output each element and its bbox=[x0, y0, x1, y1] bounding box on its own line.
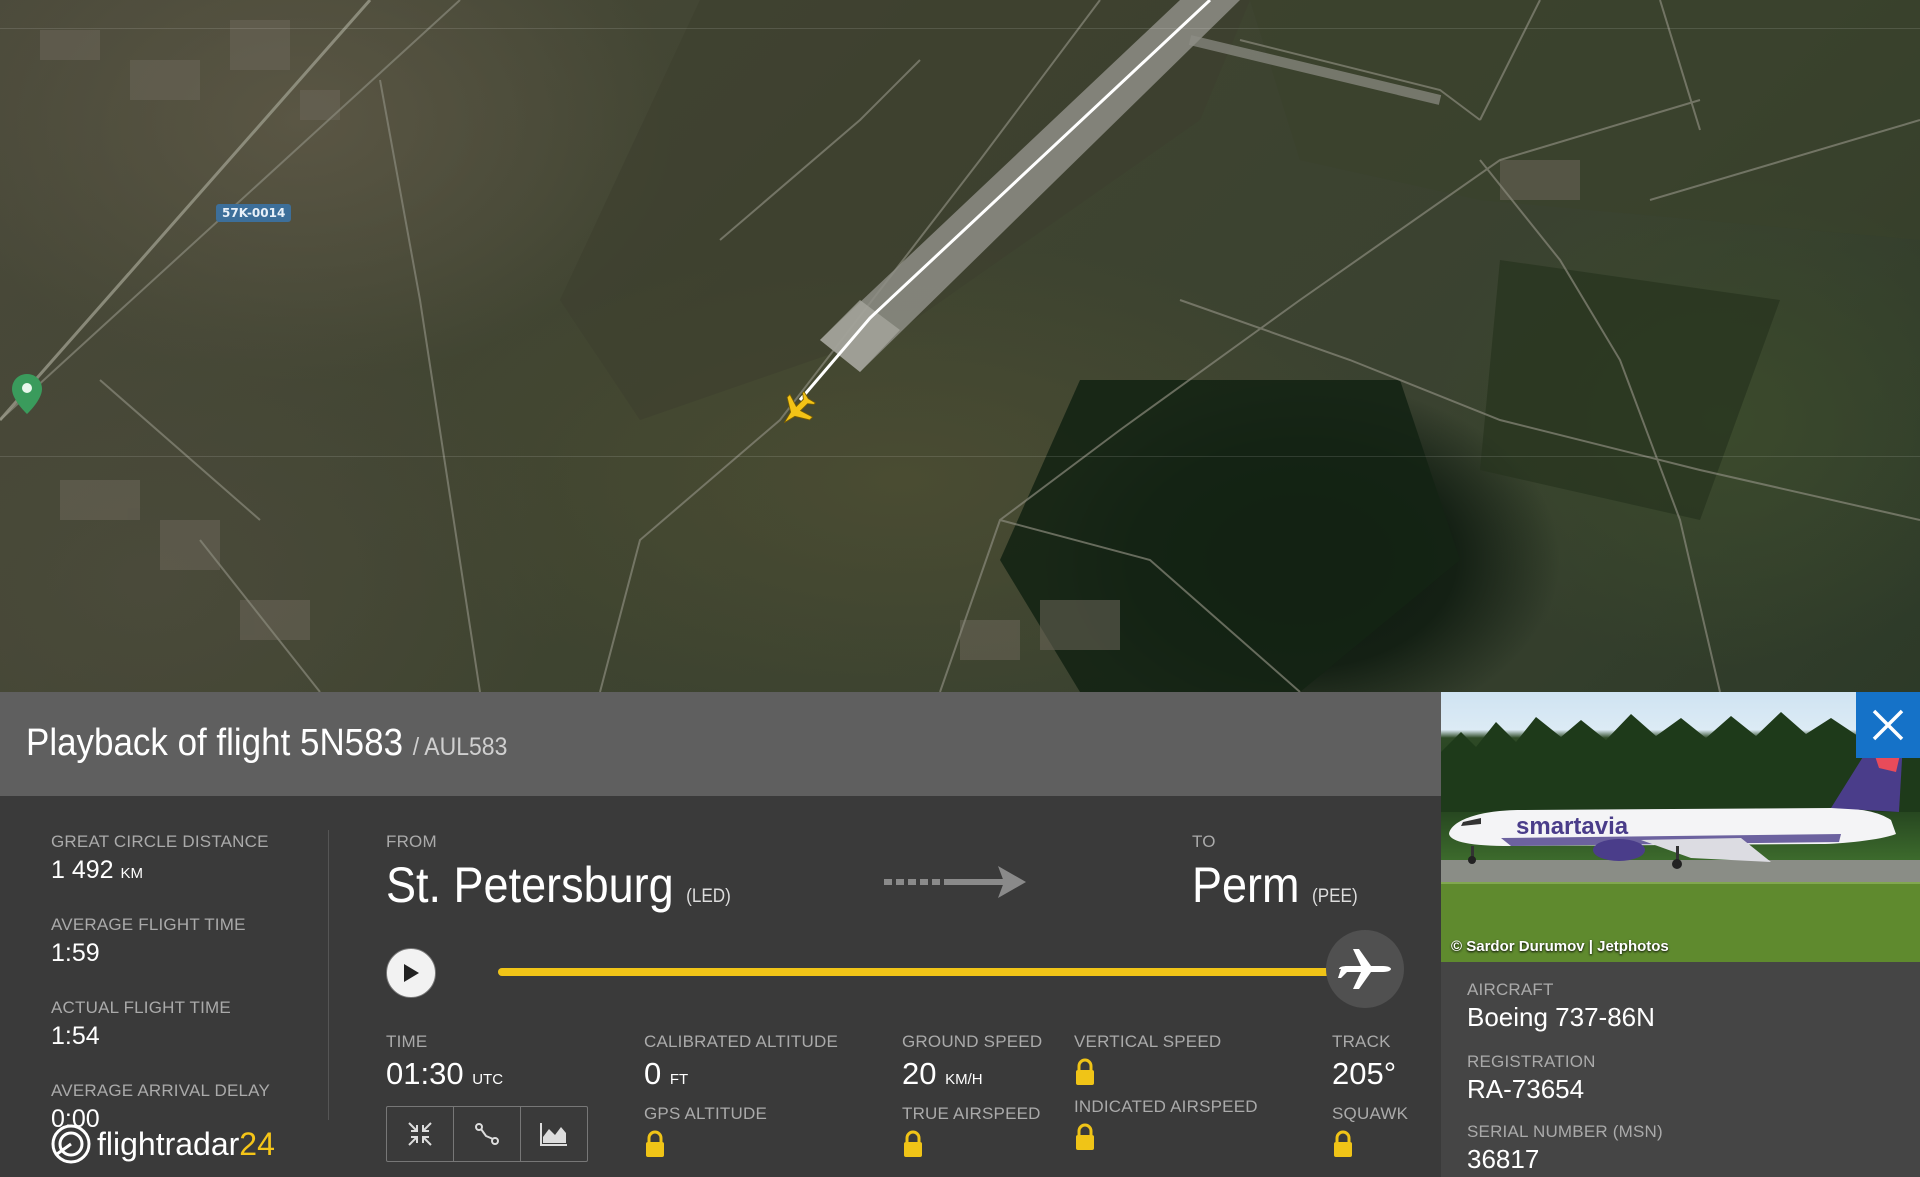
route-icon bbox=[475, 1123, 499, 1145]
to-label: TO bbox=[1192, 832, 1216, 851]
cal-alt-unit: FT bbox=[669, 1071, 689, 1088]
progress-fill bbox=[498, 968, 1348, 976]
track-label: TRACK bbox=[1332, 1032, 1391, 1051]
actual-time-value: 1:54 bbox=[51, 1022, 100, 1050]
avg-time-label: AVERAGE FLIGHT TIME bbox=[51, 915, 246, 934]
lock-icon[interactable] bbox=[1332, 1130, 1354, 1163]
aircraft-registration: REGISTRATION RA-73654 bbox=[1467, 1052, 1596, 1105]
page-title: Playback of flight 5N583 / AUL583 bbox=[26, 722, 507, 765]
calibrated-altitude-metric: CALIBRATED ALTITUDE 0 FT bbox=[644, 1032, 838, 1092]
ground-speed-value: 20 bbox=[902, 1056, 937, 1091]
plane-icon bbox=[1338, 949, 1391, 989]
route-button[interactable] bbox=[454, 1107, 521, 1161]
lock-icon[interactable] bbox=[644, 1130, 666, 1163]
aircraft-icon bbox=[783, 390, 817, 424]
graph-button[interactable] bbox=[521, 1107, 587, 1161]
map-terrain bbox=[0, 0, 1920, 692]
ground-speed-unit: KM/H bbox=[945, 1071, 983, 1088]
avg-time-value: 1:59 bbox=[51, 939, 100, 967]
to-code: (PEE) bbox=[1312, 886, 1358, 907]
true-airspeed-label: TRUE AIRSPEED bbox=[902, 1104, 1041, 1123]
flightradar24-logo[interactable]: flightradar24 bbox=[51, 1124, 275, 1164]
radar-icon bbox=[51, 1124, 91, 1164]
flight-stats: GREAT CIRCLE DISTANCE 1 492 KM AVERAGE F… bbox=[51, 832, 291, 1164]
gps-alt-label: GPS ALTITUDE bbox=[644, 1104, 768, 1123]
close-icon bbox=[1872, 709, 1904, 741]
road-label: 57K-0014 bbox=[216, 204, 292, 222]
lock-icon[interactable] bbox=[1074, 1058, 1096, 1091]
registration-label: REGISTRATION bbox=[1467, 1052, 1596, 1071]
actual-time-label: ACTUAL FLIGHT TIME bbox=[51, 998, 231, 1017]
aircraft-label: AIRCRAFT bbox=[1467, 980, 1554, 999]
distance-unit: KM bbox=[120, 865, 144, 882]
to-city: Perm bbox=[1192, 857, 1300, 913]
aircraft-serial: SERIAL NUMBER (MSN) 36817 bbox=[1467, 1122, 1663, 1175]
callsign: / AUL583 bbox=[412, 733, 508, 761]
from-code: (LED) bbox=[686, 886, 731, 907]
playback-handle[interactable] bbox=[1326, 930, 1404, 1008]
time-metric: TIME 01:30 UTC bbox=[386, 1032, 503, 1092]
serial-label: SERIAL NUMBER (MSN) bbox=[1467, 1122, 1663, 1141]
close-button[interactable] bbox=[1856, 692, 1920, 758]
aircraft-photo-image: smartavia bbox=[1441, 712, 1920, 962]
aircraft-photo[interactable]: smartavia © Sardor Durumov | Jetphotos bbox=[1441, 692, 1920, 962]
area-chart-icon bbox=[540, 1123, 567, 1146]
squawk-metric: SQUAWK bbox=[1332, 1104, 1408, 1163]
lock-icon[interactable] bbox=[1074, 1123, 1096, 1156]
logo-number: 24 bbox=[239, 1125, 275, 1162]
gps-altitude-metric: GPS ALTITUDE bbox=[644, 1104, 767, 1163]
logo-text: flightradar bbox=[97, 1125, 240, 1162]
ground-speed-metric: GROUND SPEED 20 KM/H bbox=[902, 1032, 1042, 1092]
registration-value[interactable]: RA-73654 bbox=[1467, 1074, 1596, 1105]
time-label: TIME bbox=[386, 1032, 428, 1051]
lock-icon[interactable] bbox=[902, 1130, 924, 1163]
time-unit: UTC bbox=[472, 1071, 504, 1088]
route-arrow-icon bbox=[884, 866, 1026, 898]
distance-label: GREAT CIRCLE DISTANCE bbox=[51, 832, 269, 851]
map-view[interactable]: 57K-0014 bbox=[0, 0, 1920, 692]
playback-progress[interactable] bbox=[498, 968, 1348, 976]
flight-title: Playback of flight 5N583 bbox=[26, 722, 404, 764]
route-to: TO Perm (PEE) bbox=[1192, 832, 1376, 914]
aircraft-panel: smartavia © Sardor Durumov | Jetphotos A… bbox=[1441, 692, 1920, 1177]
true-airspeed-metric: TRUE AIRSPEED bbox=[902, 1104, 1041, 1163]
compress-icon bbox=[408, 1122, 432, 1146]
squawk-label: SQUAWK bbox=[1332, 1104, 1409, 1123]
flight-panel: Playback of flight 5N583 / AUL583 GREAT … bbox=[0, 692, 1441, 1177]
serial-value: 36817 bbox=[1467, 1144, 1540, 1174]
ground-speed-label: GROUND SPEED bbox=[902, 1032, 1043, 1051]
time-value: 01:30 bbox=[386, 1056, 464, 1091]
play-button[interactable] bbox=[386, 948, 436, 998]
from-city: St. Petersburg bbox=[386, 857, 674, 913]
livery-text: smartavia bbox=[1516, 813, 1629, 840]
from-label: FROM bbox=[386, 832, 437, 851]
playback-tools bbox=[386, 1106, 588, 1162]
cal-alt-value: 0 bbox=[644, 1056, 662, 1091]
photo-credit[interactable]: © Sardor Durumov | Jetphotos bbox=[1451, 938, 1669, 955]
indicated-airspeed-label: INDICATED AIRSPEED bbox=[1074, 1097, 1258, 1116]
divider bbox=[328, 830, 329, 1120]
play-icon bbox=[404, 964, 419, 982]
distance-value: 1 492 bbox=[51, 856, 114, 884]
track-metric: TRACK 205° bbox=[1332, 1032, 1396, 1092]
indicated-airspeed-metric: INDICATED AIRSPEED bbox=[1074, 1097, 1258, 1156]
vertical-speed-label: VERTICAL SPEED bbox=[1074, 1032, 1222, 1051]
cal-alt-label: CALIBRATED ALTITUDE bbox=[644, 1032, 838, 1051]
delay-label: AVERAGE ARRIVAL DELAY bbox=[51, 1081, 270, 1100]
aircraft-type: AIRCRAFT Boeing 737-86N bbox=[1467, 980, 1655, 1033]
track-value: 205° bbox=[1332, 1056, 1397, 1091]
route-from: FROM St. Petersburg (LED) bbox=[386, 832, 769, 914]
aircraft-value: Boeing 737-86N bbox=[1467, 1002, 1655, 1032]
vertical-speed-metric: VERTICAL SPEED bbox=[1074, 1032, 1221, 1091]
fit-view-button[interactable] bbox=[387, 1107, 454, 1161]
panel-header: Playback of flight 5N583 / AUL583 bbox=[0, 692, 1441, 796]
